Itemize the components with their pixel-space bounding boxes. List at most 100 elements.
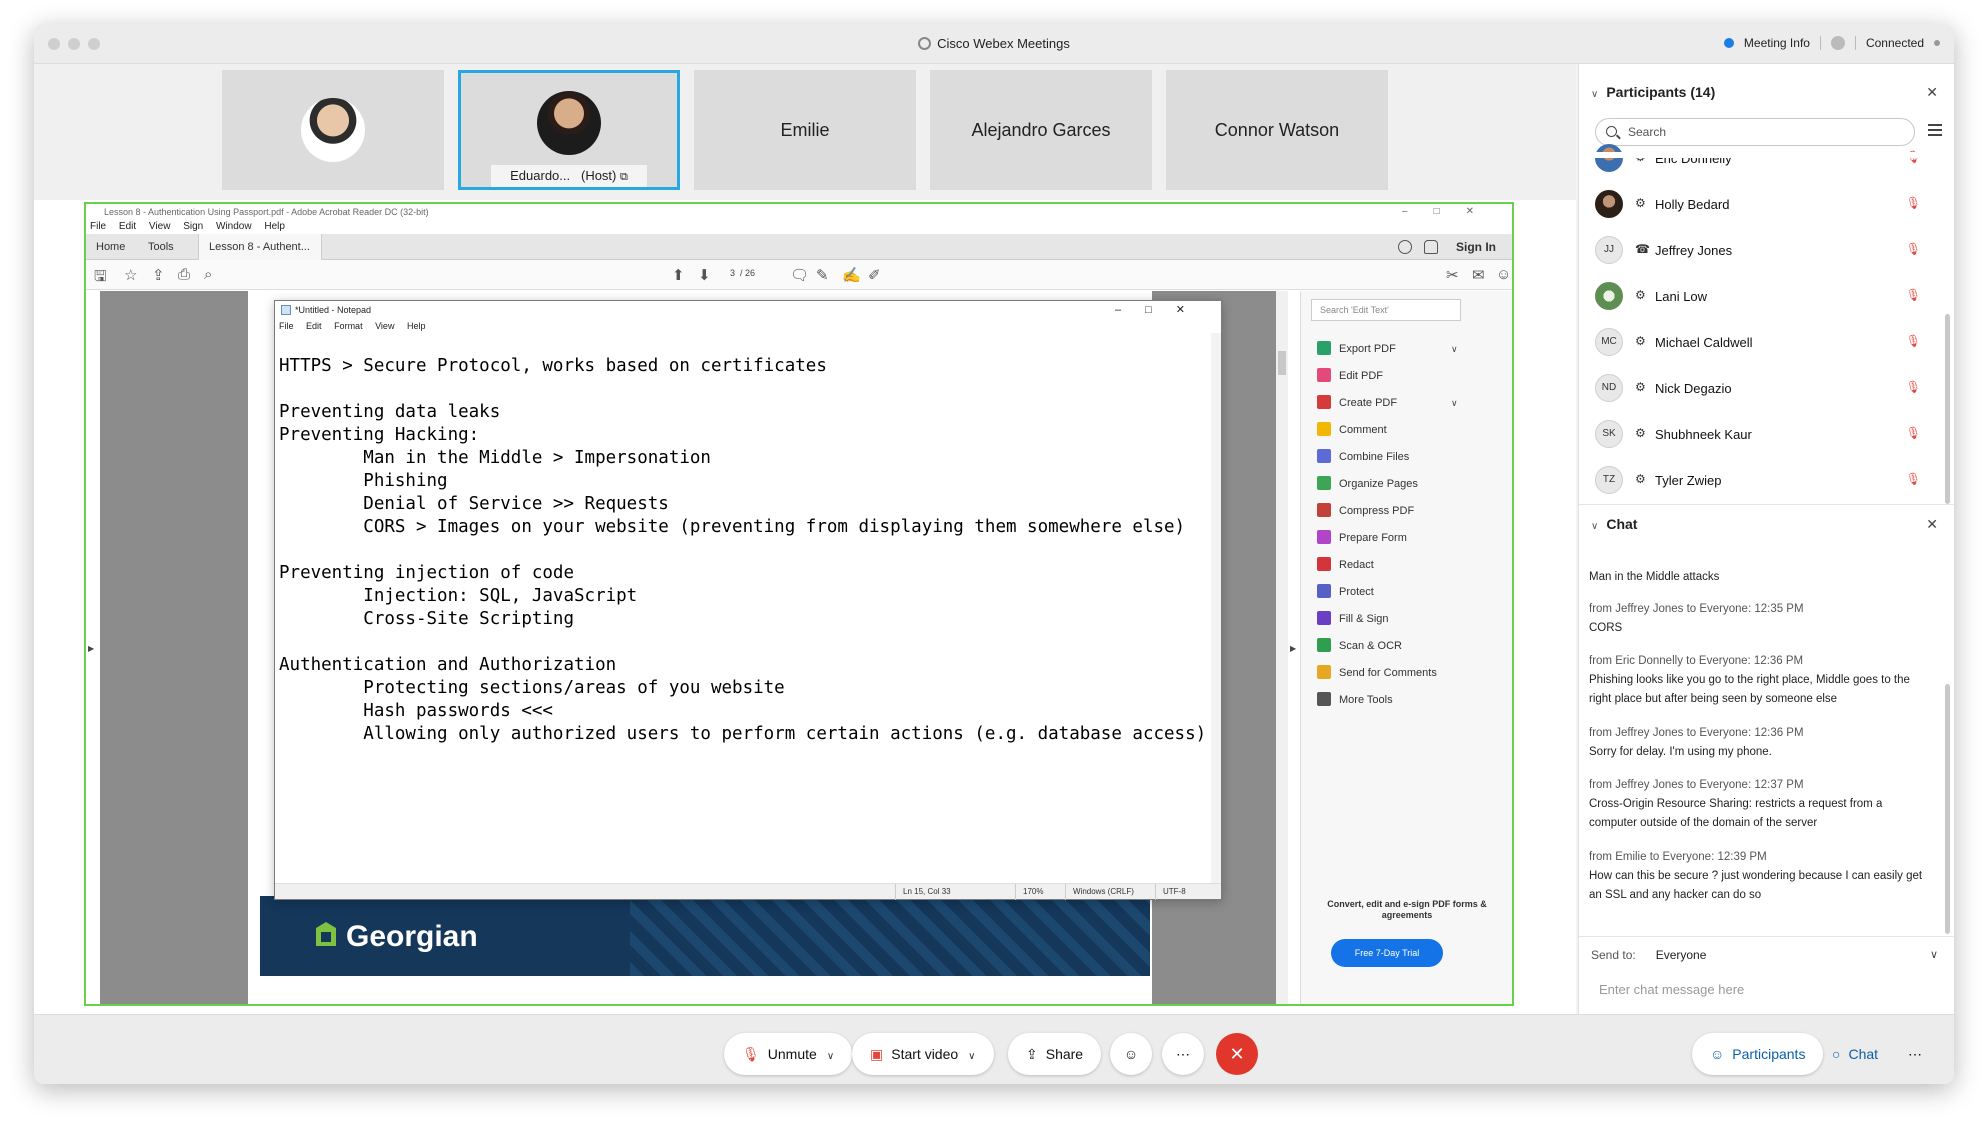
participant-row[interactable]: ⚙ Lani Low 🎙	[1595, 282, 1935, 312]
mic-muted-icon[interactable]: 🎙	[1906, 334, 1921, 348]
share-button[interactable]: ⇪ Share	[1008, 1033, 1102, 1075]
close-chat-button[interactable]: ✕	[1926, 516, 1938, 533]
tool-compress-pdf[interactable]: Compress PDF	[1317, 501, 1414, 521]
notepad-window-controls[interactable]: –□✕	[1115, 301, 1209, 319]
mail-icon[interactable]: ✉	[1472, 266, 1485, 284]
account-icon[interactable]	[1830, 36, 1845, 50]
video-tile-1[interactable]	[222, 70, 444, 190]
mic-muted-icon[interactable]: 🎙	[1906, 472, 1921, 486]
help-icon[interactable]	[1398, 240, 1412, 254]
scroll-thumb[interactable]	[1278, 351, 1286, 375]
sign-in-button[interactable]: Sign In	[1456, 234, 1496, 260]
page-down-icon[interactable]: ⬇	[698, 266, 711, 284]
participant-row[interactable]: MC ⚙ Michael Caldwell 🎙	[1595, 328, 1935, 358]
tab-tools[interactable]: Tools	[138, 234, 184, 260]
mic-muted-icon[interactable]: 🎙	[1906, 196, 1921, 210]
tool-redact[interactable]: Redact	[1317, 555, 1374, 575]
tool-prepare-form[interactable]: Prepare Form	[1317, 528, 1407, 548]
share-user-icon[interactable]: ☺	[1496, 266, 1511, 283]
tool-export-pdf[interactable]: Export PDF ∨	[1317, 339, 1458, 359]
chat-message-input[interactable]: Enter chat message here	[1599, 982, 1744, 997]
send-to-selector[interactable]: Send to: Everyone	[1591, 948, 1706, 962]
upload-icon[interactable]: ⇪	[152, 266, 165, 284]
np-menu-file[interactable]: File	[279, 321, 294, 331]
video-tile-host[interactable]: Eduardo... (Host) ⧉	[458, 70, 680, 190]
mic-muted-icon[interactable]: 🎙	[1906, 380, 1921, 394]
collapse-right-icon[interactable]: ▶	[1290, 644, 1296, 653]
collapse-left-icon[interactable]: ▶	[88, 644, 94, 653]
participants-panel-button[interactable]: ☺ Participants	[1692, 1033, 1824, 1075]
menu-view[interactable]: View	[149, 221, 171, 232]
mic-muted-icon[interactable]: 🎙	[1906, 426, 1921, 440]
participant-row[interactable]: ⚙ Holly Bedard 🎙	[1595, 190, 1935, 220]
chevron-down-icon[interactable]: ∨	[1451, 339, 1458, 359]
star-icon[interactable]: ☆	[124, 266, 137, 284]
participant-row[interactable]: TZ ⚙ Tyler Zwiep 🎙	[1595, 466, 1935, 496]
free-trial-button[interactable]: Free 7-Day Trial	[1331, 939, 1443, 967]
video-tile-emilie[interactable]: Emilie	[694, 70, 916, 190]
tool-send-for-comments[interactable]: Send for Comments	[1317, 663, 1437, 683]
close-participants-button[interactable]: ✕	[1926, 84, 1938, 101]
tool-fill-sign[interactable]: Fill & Sign	[1317, 609, 1389, 629]
tool-create-pdf[interactable]: Create PDF ∨	[1317, 393, 1458, 413]
chat-panel-button[interactable]: ○ Chat	[1814, 1033, 1896, 1075]
tab-document[interactable]: Lesson 8 - Authent... ✕	[198, 234, 322, 279]
tool-combine-files[interactable]: Combine Files	[1317, 447, 1409, 467]
tool-organize-pages[interactable]: Organize Pages	[1317, 474, 1418, 494]
pen-icon[interactable]: ✎	[816, 266, 829, 284]
reactions-button[interactable]: ☺	[1110, 1033, 1152, 1075]
participant-search-input[interactable]: Search	[1595, 118, 1915, 146]
menu-edit[interactable]: Edit	[119, 221, 136, 232]
menu-window[interactable]: Window	[216, 221, 252, 232]
np-menu-help[interactable]: Help	[407, 321, 426, 331]
sign-icon[interactable]: ✍	[842, 266, 861, 284]
tool-scan-ocr[interactable]: Scan & OCR	[1317, 636, 1402, 656]
comment-icon[interactable]: 🗨	[790, 266, 809, 284]
zoom-icon[interactable]: ⌕	[204, 266, 212, 283]
meeting-info-button[interactable]: Meeting Info	[1744, 36, 1810, 50]
participants-header[interactable]: ∨ Participants (14)	[1591, 84, 1715, 100]
bell-icon[interactable]	[1424, 240, 1438, 254]
page-up-icon[interactable]: ⬆	[672, 266, 685, 284]
menu-sign[interactable]: Sign	[183, 221, 203, 232]
menu-help[interactable]: Help	[264, 221, 285, 232]
page-indicator[interactable]: 3 / 26	[730, 268, 755, 278]
np-menu-view[interactable]: View	[375, 321, 394, 331]
chevron-down-icon[interactable]: ∨	[1930, 948, 1938, 961]
tool-protect[interactable]: Protect	[1317, 582, 1374, 602]
participant-row[interactable]: ND ⚙ Nick Degazio 🎙	[1595, 374, 1935, 404]
np-menu-format[interactable]: Format	[334, 321, 363, 331]
chevron-down-icon[interactable]: ∨	[968, 1051, 975, 1062]
menu-file[interactable]: File	[90, 221, 106, 232]
save-icon[interactable]: 🖫	[94, 266, 107, 291]
stamp-icon[interactable]: ✐	[868, 266, 881, 284]
mic-muted-icon[interactable]: 🎙	[1906, 288, 1921, 302]
chat-header[interactable]: ∨ Chat	[1591, 516, 1637, 532]
chevron-down-icon[interactable]: ∨	[827, 1051, 834, 1062]
participant-row[interactable]: SK ⚙ Shubhneek Kaur 🎙	[1595, 420, 1935, 450]
start-video-button[interactable]: ▣ Start video ∨	[852, 1033, 994, 1075]
tools-search-input[interactable]: Search 'Edit Text'	[1311, 299, 1461, 321]
video-tile-alejandro[interactable]: Alejandro Garces	[930, 70, 1152, 190]
participant-row[interactable]: JJ ☎ Jeffrey Jones 🎙	[1595, 236, 1935, 266]
chat-scrollbar[interactable]	[1945, 684, 1950, 934]
unmute-button[interactable]: 🎙 Unmute ∨	[724, 1033, 853, 1075]
more-options-button[interactable]: ⋯	[1162, 1033, 1204, 1075]
panel-more-button[interactable]: ⋯	[1894, 1033, 1936, 1075]
print-icon[interactable]: ⎙	[178, 266, 190, 283]
tool-more-tools[interactable]: More Tools	[1317, 690, 1393, 710]
np-menu-edit[interactable]: Edit	[306, 321, 322, 331]
participant-row[interactable]: ⚙Eric Donnelly🎙	[1595, 144, 1935, 174]
document-scrollbar[interactable]	[1276, 291, 1288, 1004]
tool-comment[interactable]: Comment	[1317, 420, 1387, 440]
notepad-scrollbar[interactable]	[1211, 333, 1221, 883]
tab-home[interactable]: Home	[86, 234, 135, 260]
list-view-icon[interactable]	[1928, 124, 1942, 138]
link-icon[interactable]: ✂	[1446, 266, 1459, 284]
participants-scrollbar[interactable]	[1945, 314, 1950, 504]
mic-muted-icon[interactable]: 🎙	[1906, 242, 1921, 256]
leave-meeting-button[interactable]: ✕	[1216, 1033, 1258, 1075]
tool-edit-pdf[interactable]: Edit PDF	[1317, 366, 1383, 386]
notepad-text-area[interactable]: HTTPS > Secure Protocol, works based on …	[279, 355, 1209, 746]
chevron-down-icon[interactable]: ∨	[1451, 393, 1458, 413]
